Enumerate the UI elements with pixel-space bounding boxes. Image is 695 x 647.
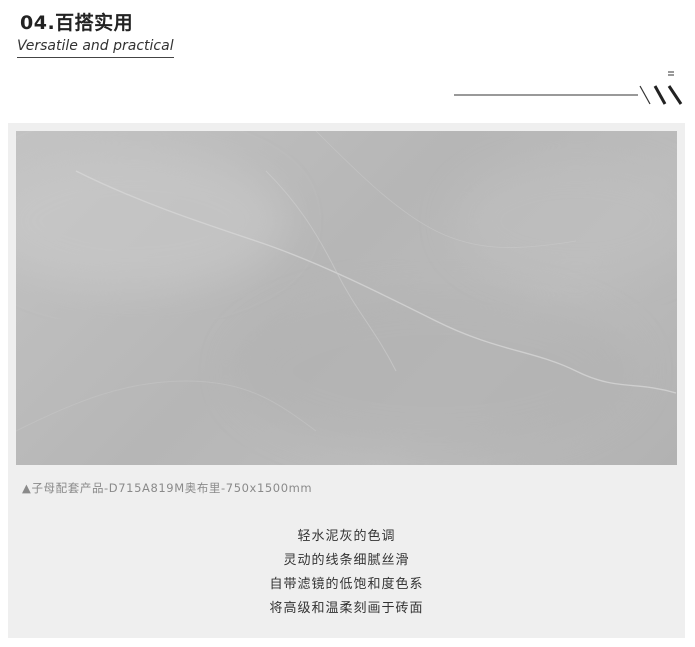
product-description: 轻水泥灰的色调 灵动的线条细腻丝滑 自带滤镜的低饱和度色系 将高级和温柔刻画于砖… [8, 525, 685, 621]
section-title: 04.百搭实用 [20, 12, 134, 34]
description-line: 将高级和温柔刻画于砖面 [269, 601, 424, 616]
product-panel: ▲子母配套产品-D715A819M奥布里-750x1500mm 轻水泥灰的色调 … [8, 123, 685, 638]
section-subtitle: Versatile and practical [17, 38, 174, 58]
product-caption: ▲子母配套产品-D715A819M奥布里-750x1500mm [22, 481, 313, 495]
description-line: 灵动的线条细腻丝滑 [283, 553, 410, 568]
description-line: 自带滤镜的低饱和度色系 [269, 577, 424, 592]
tile-image [16, 131, 677, 465]
decorative-lines [454, 71, 683, 105]
description-line: 轻水泥灰的色调 [297, 529, 396, 544]
deco-slash-2 [667, 85, 683, 105]
deco-slash-1 [653, 85, 667, 105]
deco-slash-thin [639, 85, 651, 105]
